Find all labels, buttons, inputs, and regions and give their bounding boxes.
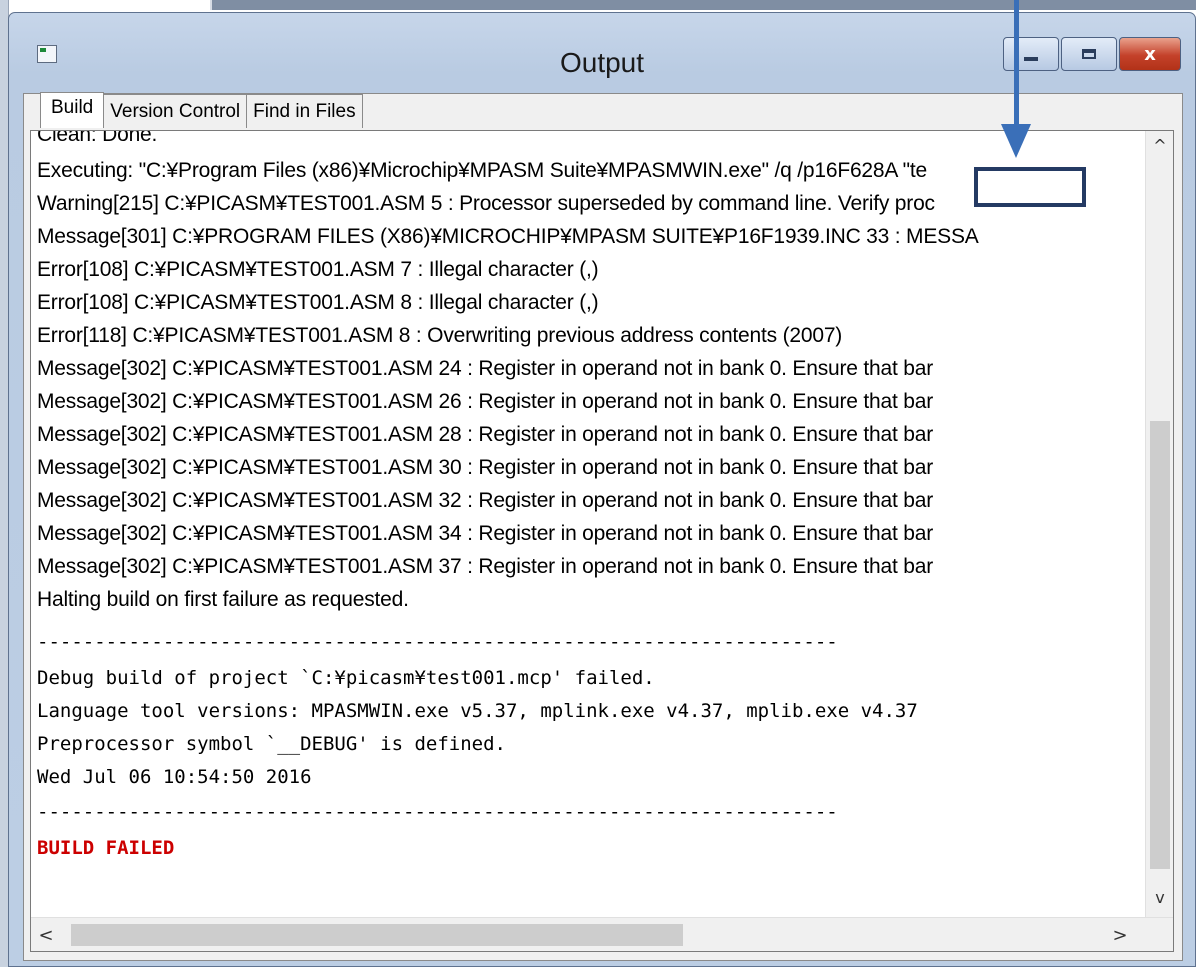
vertical-scrollbar[interactable]: ^ v (1145, 131, 1173, 917)
maximize-button[interactable] (1061, 37, 1117, 71)
output-line: Error[108] C:¥PICASM¥TEST001.ASM 8 : Ill… (37, 291, 599, 314)
output-line: Error[108] C:¥PICASM¥TEST001.ASM 7 : Ill… (37, 258, 599, 281)
annotation-arrow-icon (1001, 124, 1031, 158)
annotation-highlight-box (974, 167, 1086, 207)
scroll-left-button[interactable]: < (31, 918, 61, 951)
output-line: Clean: Done. (37, 131, 158, 146)
horizontal-scrollbar[interactable]: < > (31, 917, 1173, 951)
close-icon: x (1144, 43, 1156, 65)
output-line: Message[301] C:¥PROGRAM FILES (X86)¥MICR… (37, 225, 979, 248)
build-output-area[interactable]: Clean: Done. Executing: "C:¥Program File… (30, 130, 1174, 952)
output-panel: Build Version Control Find in Files Clea… (23, 92, 1183, 961)
output-line: Message[302] C:¥PICASM¥TEST001.ASM 26 : … (37, 390, 933, 413)
vertical-scroll-thumb[interactable] (1150, 421, 1170, 869)
output-line: Message[302] C:¥PICASM¥TEST001.ASM 30 : … (37, 456, 933, 479)
tab-find-in-files[interactable]: Find in Files (246, 94, 363, 128)
summary-line: Preprocessor symbol `__DEBUG' is defined… (37, 733, 506, 755)
parent-window-edge (210, 0, 1196, 10)
scroll-up-button[interactable]: ^ (1146, 131, 1173, 159)
output-text[interactable]: Clean: Done. Executing: "C:¥Program File… (31, 131, 1145, 917)
chevron-left-icon: < (38, 924, 54, 946)
tab-build[interactable]: Build (40, 92, 105, 128)
output-line: Warning[215] C:¥PICASM¥TEST001.ASM 5 : P… (37, 192, 935, 215)
output-line: Message[302] C:¥PICASM¥TEST001.ASM 28 : … (37, 423, 933, 446)
output-line: Message[302] C:¥PICASM¥TEST001.ASM 37 : … (37, 555, 933, 578)
chevron-right-icon: > (1112, 924, 1128, 946)
scroll-right-button[interactable]: > (1105, 918, 1135, 951)
minimize-icon (1024, 57, 1038, 61)
chevron-up-icon: ^ (1153, 135, 1167, 155)
horizontal-scroll-thumb[interactable] (71, 924, 683, 946)
summary-line: Debug build of project `C:¥picasm¥test00… (37, 667, 655, 689)
maximize-icon (1082, 49, 1096, 59)
output-line: Halting build on first failure as reques… (37, 588, 409, 611)
output-line: Error[118] C:¥PICASM¥TEST001.ASM 8 : Ove… (37, 324, 843, 347)
close-button[interactable]: x (1119, 37, 1181, 71)
build-result: BUILD FAILED (37, 837, 175, 859)
output-line: Message[302] C:¥PICASM¥TEST001.ASM 24 : … (37, 357, 933, 380)
minimize-button[interactable] (1003, 37, 1059, 71)
caption-buttons: x (1003, 37, 1181, 71)
annotation-arrow-shaft (1014, 0, 1019, 128)
summary-line: Language tool versions: MPASMWIN.exe v5.… (37, 700, 918, 722)
output-line: Executing: "C:¥Program Files (x86)¥Micro… (37, 159, 928, 182)
separator-line: ----------------------------------------… (37, 801, 838, 823)
tab-bar: Build Version Control Find in Files (40, 92, 363, 128)
output-line: Message[302] C:¥PICASM¥TEST001.ASM 34 : … (37, 522, 933, 545)
scroll-down-button[interactable]: v (1146, 883, 1173, 911)
chevron-down-icon: v (1155, 887, 1165, 907)
separator-line: ----------------------------------------… (37, 631, 838, 653)
summary-line: Wed Jul 06 10:54:50 2016 (37, 766, 312, 788)
output-line: Message[302] C:¥PICASM¥TEST001.ASM 32 : … (37, 489, 933, 512)
tab-version-control[interactable]: Version Control (103, 94, 248, 128)
